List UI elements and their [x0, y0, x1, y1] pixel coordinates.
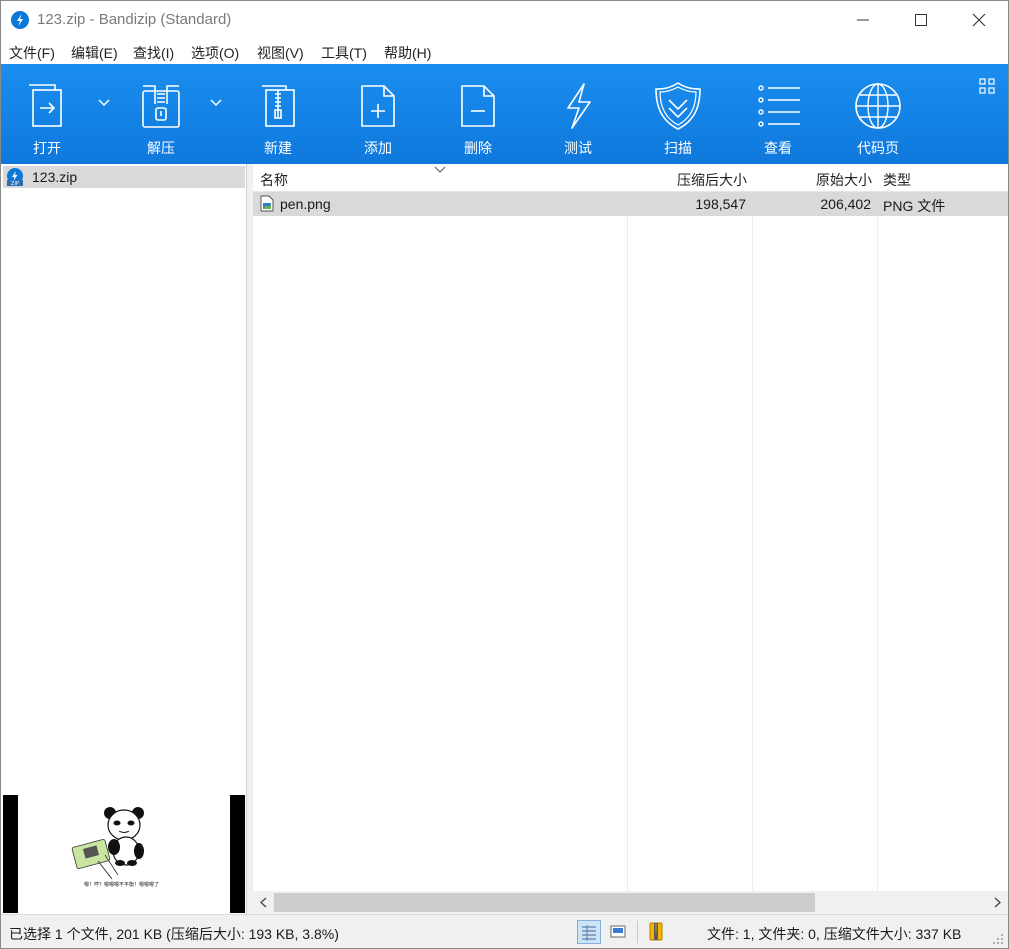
minimize-button[interactable] [834, 1, 892, 39]
delete-label: 删除 [464, 140, 492, 156]
open-label: 打开 [33, 140, 61, 156]
folder-tree-pane: ZIP 123.zip 嗯！哼？嗯嗯嗯不平衡！嗯嗯嗯了 [1, 164, 247, 914]
tree-item-archive-root[interactable]: ZIP 123.zip [3, 166, 245, 188]
extract-button[interactable]: 解压 [111, 64, 211, 164]
test-lightning-icon [567, 83, 591, 129]
menu-file[interactable]: 文件(F) [9, 43, 55, 63]
close-icon [972, 13, 986, 27]
column-separator [877, 164, 878, 891]
file-list-pane: 名称 压缩后大小 原始大小 类型 pen.png 198,547 206,402… [253, 164, 1008, 891]
codepage-button[interactable]: 代码页 [828, 64, 928, 164]
column-header-name[interactable]: 名称 [260, 170, 288, 190]
layout-grid-icon[interactable] [979, 78, 995, 94]
menu-tools[interactable]: 工具(T) [321, 43, 367, 63]
file-original-size: 206,402 [820, 196, 871, 212]
new-archive-label: 新建 [264, 140, 292, 156]
file-row[interactable]: pen.png 198,547 206,402 PNG 文件 [253, 192, 1008, 216]
minimize-icon [857, 19, 869, 21]
preview-caption: 嗯！哼？嗯嗯嗯不平衡！嗯嗯嗯了 [84, 882, 160, 888]
file-compressed-size: 198,547 [695, 196, 746, 212]
app-window: 123.zip - Bandizip (Standard) 文件(F) 编辑(E… [0, 0, 1009, 949]
resize-grip-icon[interactable] [992, 933, 1004, 945]
window-title: 123.zip - Bandizip (Standard) [37, 11, 232, 28]
codepage-globe-icon [855, 83, 901, 129]
column-separator [627, 164, 628, 891]
scan-button[interactable]: 扫描 [628, 64, 728, 164]
open-button[interactable]: 打开 [1, 64, 97, 164]
scroll-right-icon[interactable] [992, 897, 1002, 908]
view-button[interactable]: 查看 [728, 64, 828, 164]
delete-file-icon [461, 85, 495, 127]
zip-archive-icon: ZIP [7, 168, 23, 186]
horizontal-scrollbar[interactable] [253, 891, 1008, 914]
menu-view[interactable]: 视图(V) [257, 43, 304, 63]
menu-find[interactable]: 查找(I) [133, 43, 174, 63]
new-archive-button[interactable]: 新建 [228, 64, 328, 164]
add-button[interactable]: 添加 [328, 64, 428, 164]
svg-text:ZIP: ZIP [11, 181, 19, 186]
sort-descending-icon [434, 166, 446, 173]
scan-shield-icon [655, 82, 701, 130]
archive-info-button[interactable] [645, 920, 669, 944]
status-divider [637, 921, 638, 943]
archive-book-icon [649, 922, 663, 941]
menu-edit[interactable]: 编辑(E) [71, 43, 118, 63]
extract-icon [142, 85, 180, 128]
file-type: PNG 文件 [883, 198, 946, 214]
column-header-compressed-size[interactable]: 压缩后大小 [677, 170, 747, 190]
selection-status: 已选择 1 个文件, 201 KB (压缩后大小: 193 KB, 3.8%) [9, 926, 339, 942]
test-label: 测试 [564, 140, 592, 156]
column-header-type[interactable]: 类型 [883, 170, 911, 190]
open-icon [29, 84, 62, 127]
list-header: 名称 压缩后大小 原始大小 类型 [253, 164, 1008, 192]
preview-pane-icon [610, 925, 626, 938]
view-label: 查看 [764, 140, 792, 156]
scrollbar-thumb[interactable] [274, 893, 815, 912]
title-bar: 123.zip - Bandizip (Standard) [1, 1, 1008, 39]
add-file-icon [361, 85, 395, 127]
maximize-icon [915, 14, 927, 26]
column-header-original-size[interactable]: 原始大小 [816, 170, 872, 190]
column-separator [752, 164, 753, 891]
bandizip-logo-icon [11, 11, 29, 29]
archive-summary: 文件: 1, 文件夹: 0, 压缩文件大小: 337 KB [707, 926, 962, 942]
details-view-button[interactable] [577, 920, 601, 944]
details-view-icon [582, 925, 596, 941]
preview-canvas: 嗯！哼？嗯嗯嗯不平衡！嗯嗯嗯了 [18, 795, 230, 913]
delete-button[interactable]: 删除 [428, 64, 528, 164]
image-preview: 嗯！哼？嗯嗯嗯不平衡！嗯嗯嗯了 [3, 795, 245, 913]
close-button[interactable] [950, 1, 1008, 39]
test-button[interactable]: 测试 [528, 64, 628, 164]
tree-item-label: 123.zip [32, 169, 78, 185]
png-file-icon [260, 195, 274, 212]
scan-label: 扫描 [664, 140, 692, 156]
open-dropdown-chevron-icon[interactable] [97, 98, 111, 108]
add-label: 添加 [364, 140, 392, 156]
scroll-left-icon[interactable] [259, 897, 269, 908]
codepage-label: 代码页 [857, 140, 899, 156]
maximize-button[interactable] [892, 1, 950, 39]
panda-meme-illustration [71, 807, 144, 880]
view-list-icon [758, 85, 800, 127]
menu-bar: 文件(F) 编辑(E) 查找(I) 选项(O) 视图(V) 工具(T) 帮助(H… [1, 39, 1008, 64]
status-bar: 已选择 1 个文件, 201 KB (压缩后大小: 193 KB, 3.8%) … [1, 914, 1008, 948]
toolbar: 打开 解压 新建 添加 删除 测试 扫描 查看 代码页 [1, 64, 1008, 164]
preview-view-button[interactable] [607, 920, 631, 944]
new-archive-icon [262, 85, 295, 127]
file-name: pen.png [280, 196, 331, 212]
menu-options[interactable]: 选项(O) [191, 43, 239, 63]
extract-dropdown-chevron-icon[interactable] [209, 98, 223, 108]
menu-help[interactable]: 帮助(H) [384, 43, 431, 63]
extract-label: 解压 [147, 140, 175, 156]
